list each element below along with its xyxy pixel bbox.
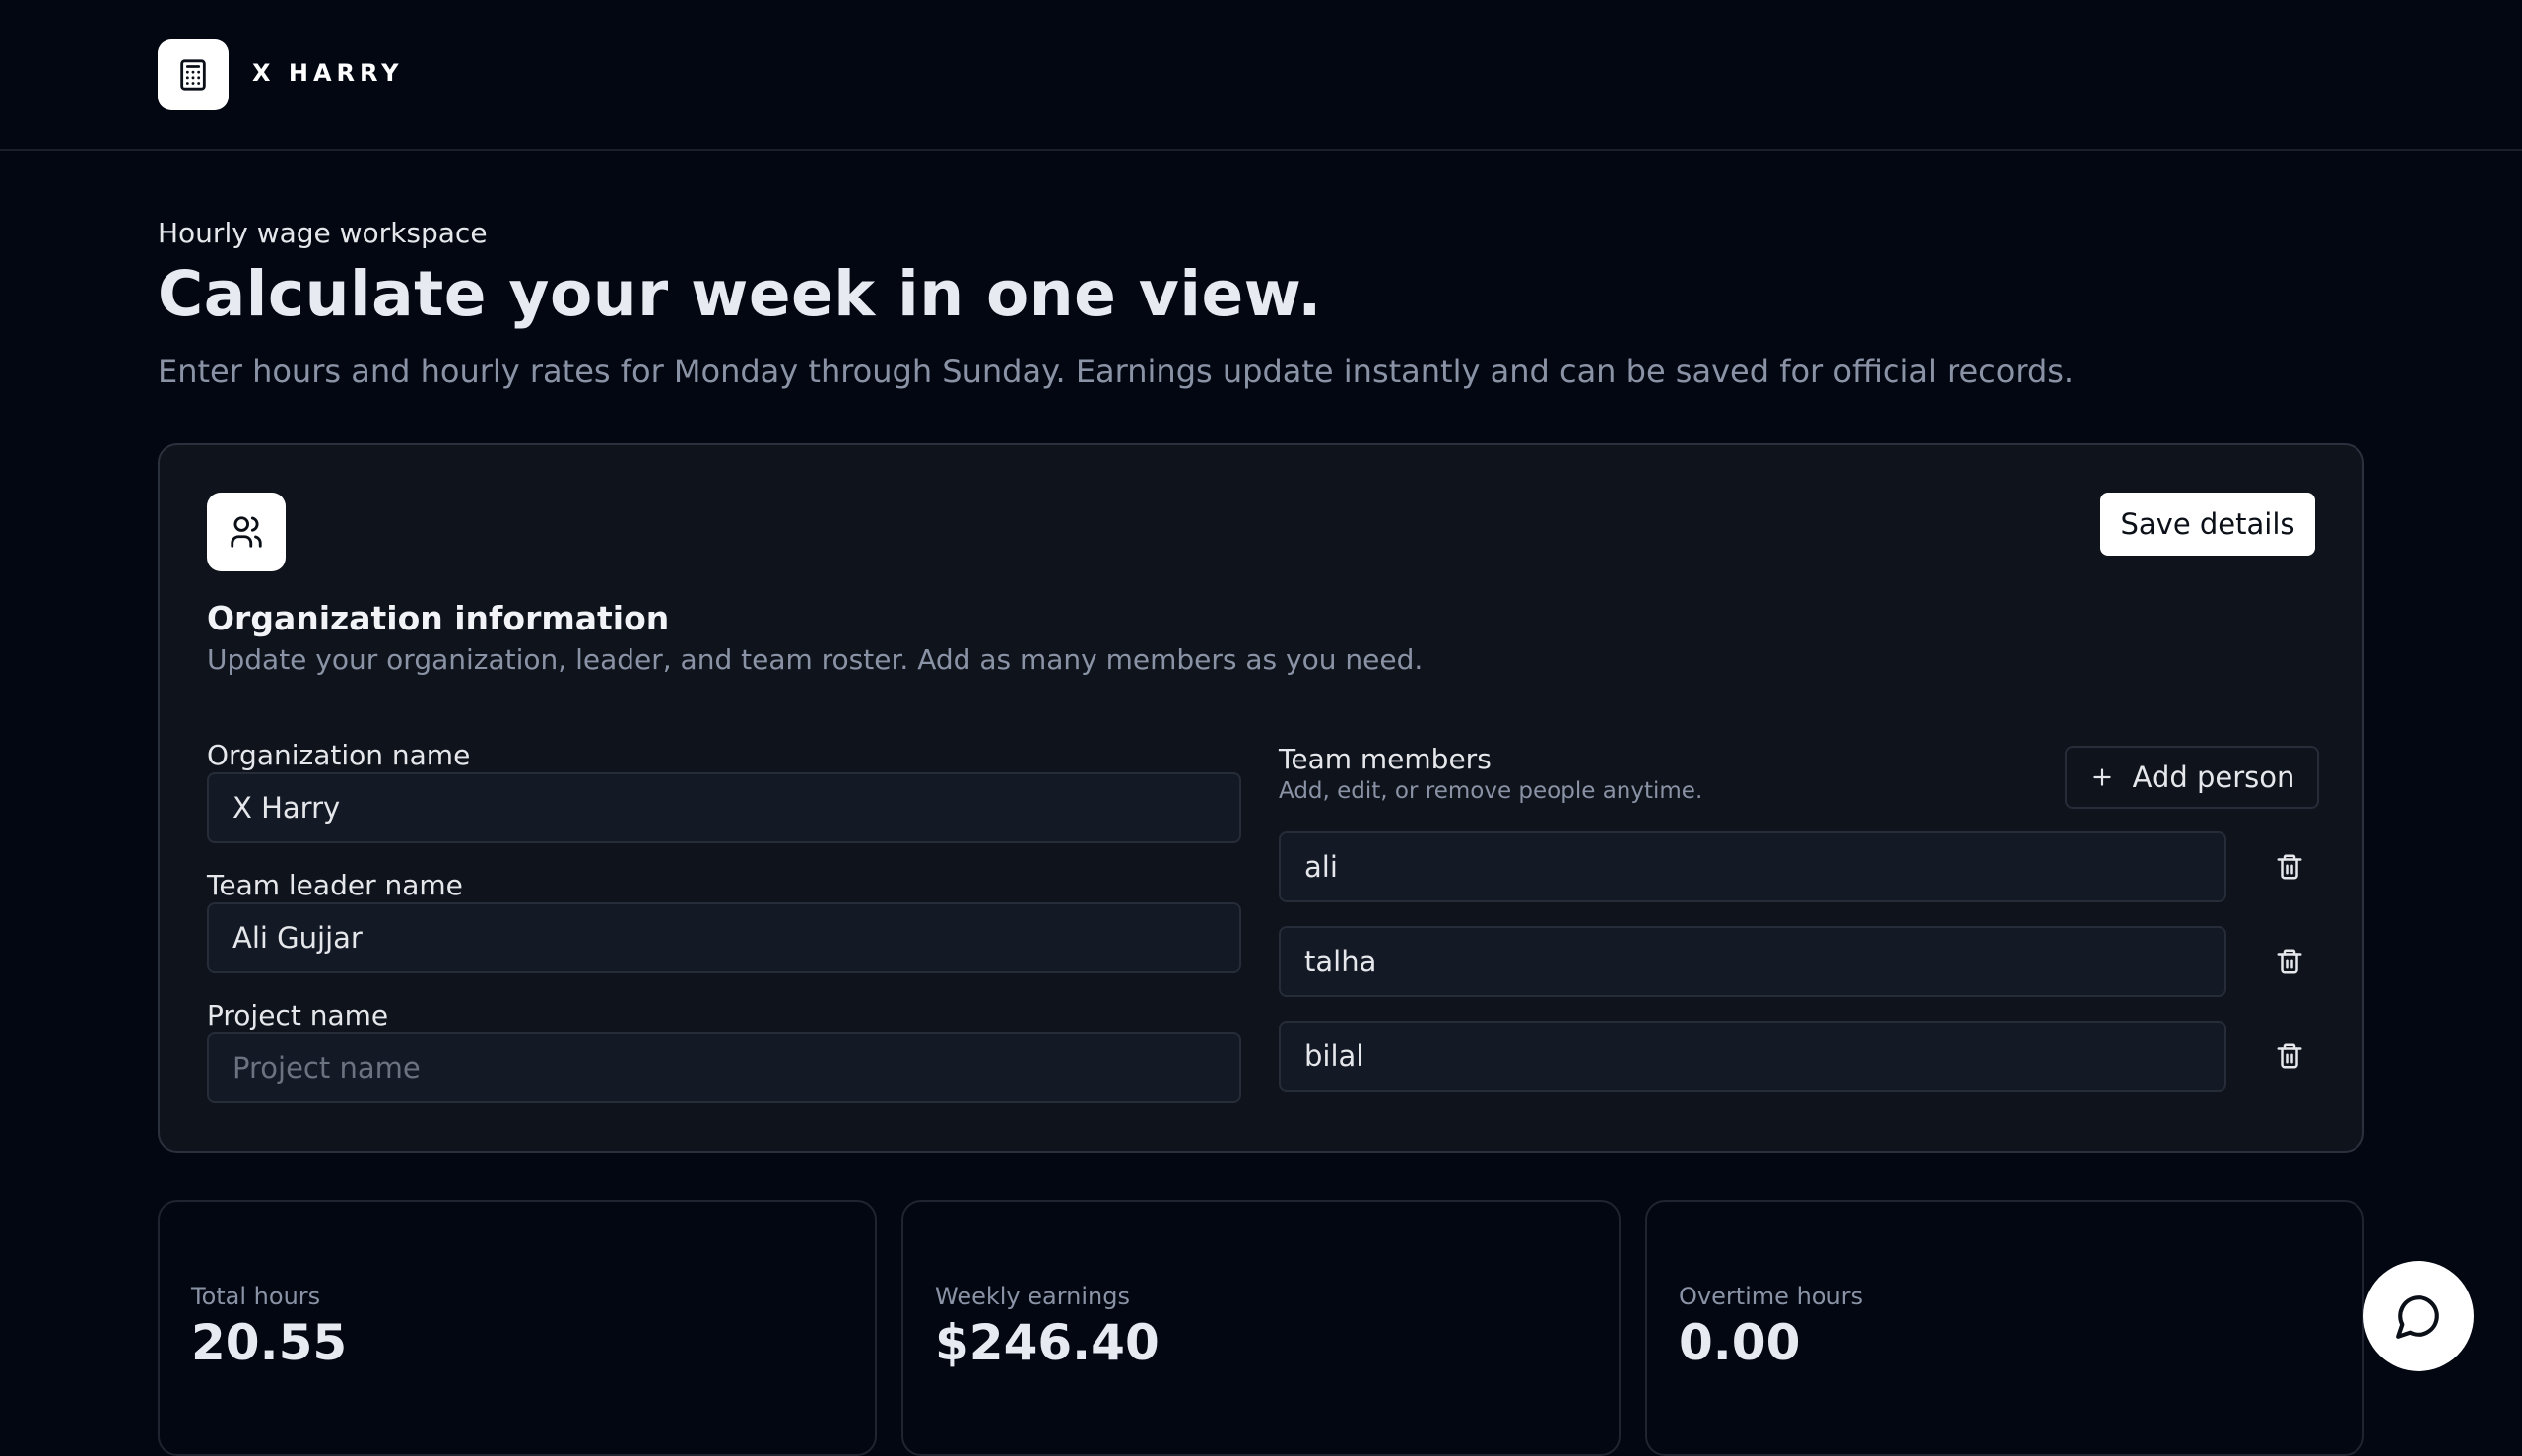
stat-label: Overtime hours xyxy=(1679,1283,1864,1310)
trash-icon xyxy=(2277,949,2302,974)
stat-value: 0.00 xyxy=(1679,1314,1801,1371)
hero-eyebrow: Hourly wage workspace xyxy=(158,217,488,249)
trash-icon xyxy=(2277,854,2302,880)
stat-card-total-hours: Total hours 20.55 xyxy=(158,1200,877,1456)
member-row xyxy=(1279,1021,2319,1092)
member-row xyxy=(1279,926,2319,997)
top-bar: X HARRY xyxy=(0,0,2522,151)
trash-icon xyxy=(2277,1043,2302,1069)
leader-name-input[interactable] xyxy=(207,902,1241,973)
card-description: Update your organization, leader, and te… xyxy=(207,643,1424,676)
project-name-input[interactable] xyxy=(207,1032,1241,1103)
stat-card-weekly-earnings: Weekly earnings $246.40 xyxy=(901,1200,1621,1456)
member-input[interactable] xyxy=(1279,926,2226,997)
add-person-button[interactable]: Add person xyxy=(2065,746,2319,809)
organization-card: Save details Organization information Up… xyxy=(158,443,2364,1153)
card-icon-box xyxy=(207,493,286,571)
stat-value: $246.40 xyxy=(935,1314,1160,1371)
project-name-label: Project name xyxy=(207,999,389,1031)
stat-label: Weekly earnings xyxy=(935,1283,1130,1310)
save-details-button[interactable]: Save details xyxy=(2100,493,2315,556)
member-input[interactable] xyxy=(1279,1021,2226,1092)
page-title: Calculate your week in one view. xyxy=(158,258,1322,330)
member-input[interactable] xyxy=(1279,831,2226,902)
chat-bubble-icon xyxy=(2396,1295,2439,1339)
delete-member-button[interactable] xyxy=(2272,944,2307,979)
plus-icon xyxy=(2092,768,2111,786)
add-person-label: Add person xyxy=(2132,761,2295,794)
users-icon xyxy=(231,516,262,548)
stat-value: 20.55 xyxy=(191,1314,348,1371)
leader-name-label: Team leader name xyxy=(207,869,463,901)
logo[interactable] xyxy=(158,39,229,110)
page-subtitle: Enter hours and hourly rates for Monday … xyxy=(158,353,2075,390)
delete-member-button[interactable] xyxy=(2272,1038,2307,1074)
org-name-input[interactable] xyxy=(207,772,1241,843)
member-row xyxy=(1279,831,2319,902)
org-name-label: Organization name xyxy=(207,739,471,771)
card-title: Organization information xyxy=(207,599,670,637)
calculator-icon xyxy=(180,59,206,91)
stat-label: Total hours xyxy=(191,1283,321,1310)
stat-card-overtime-hours: Overtime hours 0.00 xyxy=(1645,1200,2364,1456)
delete-member-button[interactable] xyxy=(2272,849,2307,885)
team-members-label: Team members xyxy=(1279,743,1492,775)
chat-button[interactable] xyxy=(2363,1261,2474,1371)
team-members-hint: Add, edit, or remove people anytime. xyxy=(1279,778,1703,804)
brand-name[interactable]: X HARRY xyxy=(252,59,404,87)
